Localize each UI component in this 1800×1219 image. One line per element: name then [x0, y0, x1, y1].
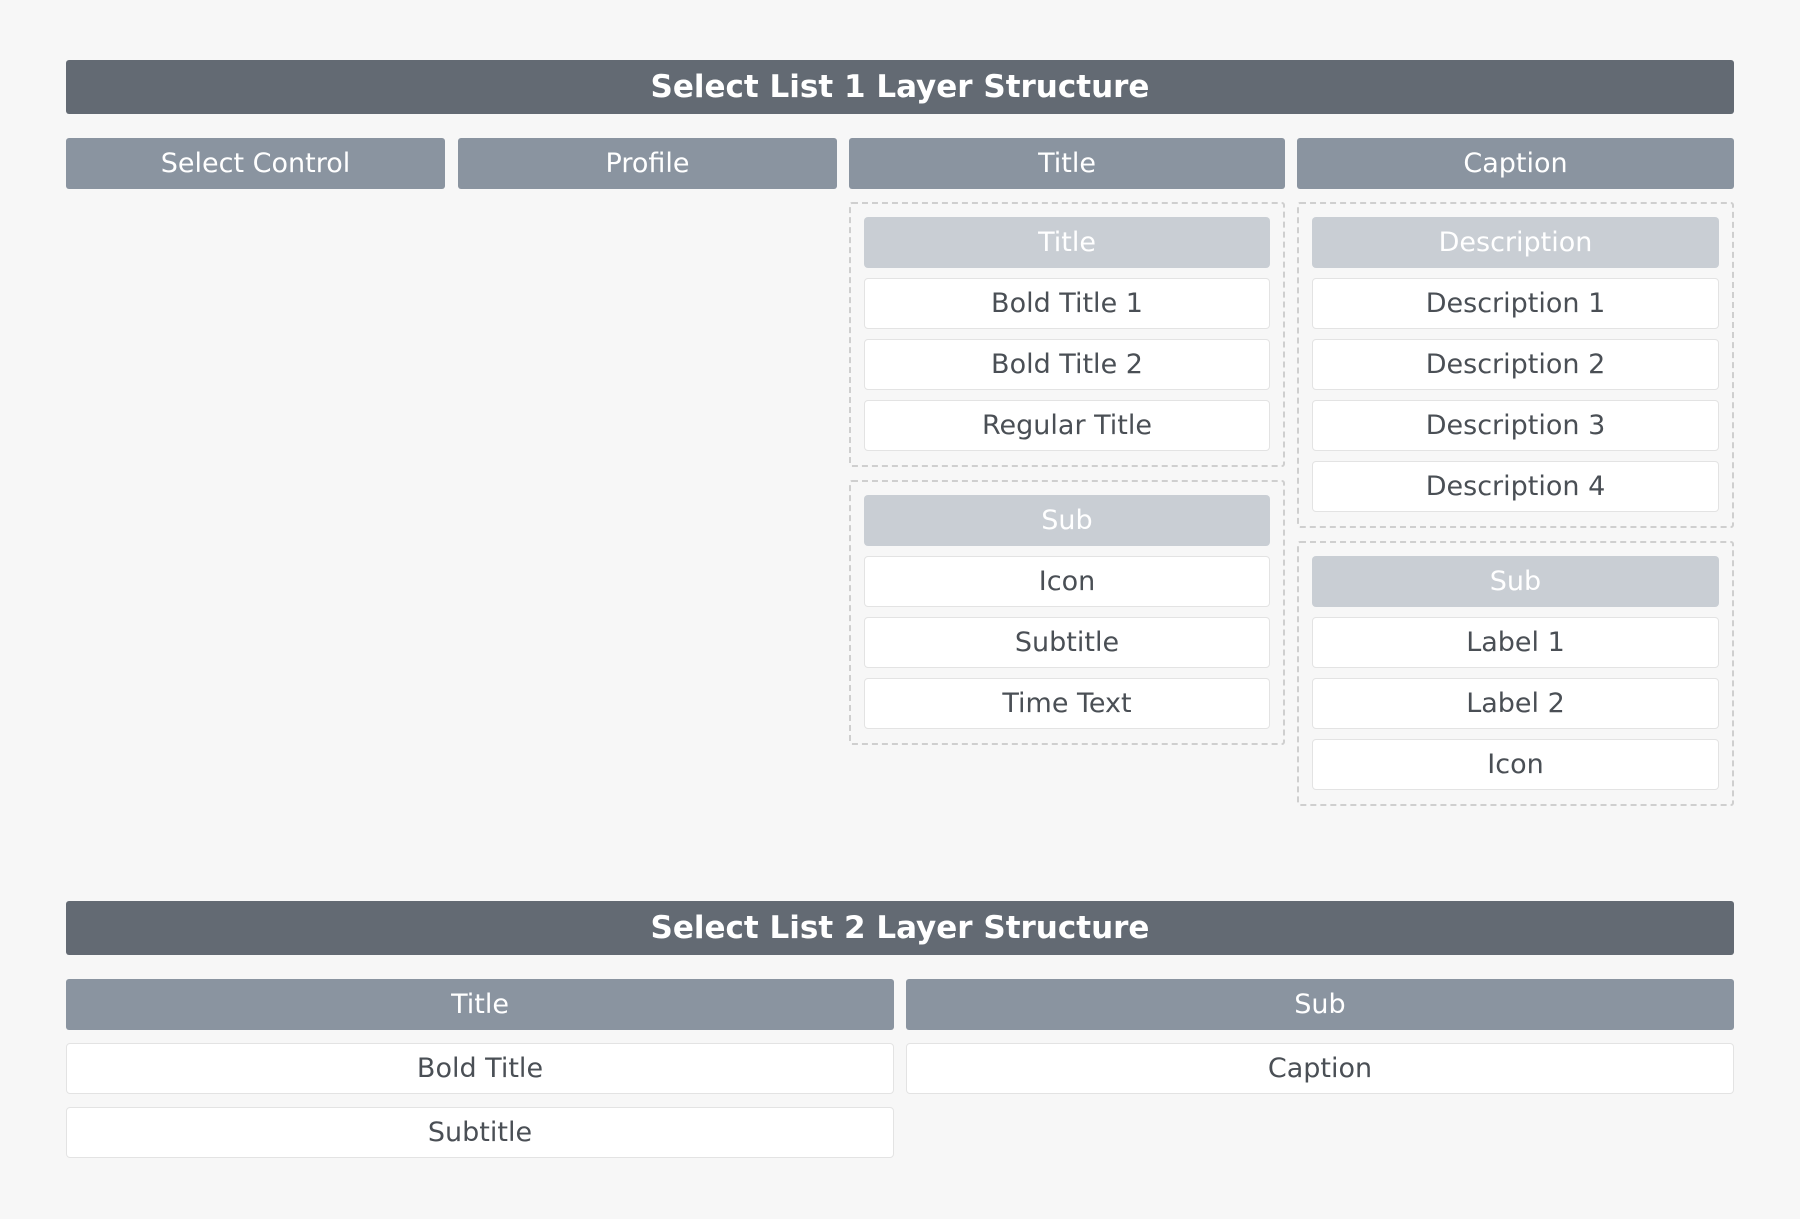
title-group-header: Title	[864, 217, 1270, 268]
list1-col-title: Title	[849, 138, 1285, 189]
list2-section-title: Select List 2 Layer Structure	[66, 901, 1734, 955]
list2-title-item: Bold Title	[66, 1043, 894, 1094]
list2-title-item: Subtitle	[66, 1107, 894, 1158]
caption-group-item: Description 1	[1312, 278, 1719, 329]
list1-col-profile: Profile	[458, 138, 837, 189]
list2-sub-item: Caption	[906, 1043, 1734, 1094]
caption-sub-group-header: Sub	[1312, 556, 1719, 607]
caption-sub-group-item: Icon	[1312, 739, 1719, 790]
layer-structure-diagram: Select List 1 Layer Structure Select Con…	[0, 0, 1800, 1219]
title-sub-group-item: Time Text	[864, 678, 1270, 729]
caption-sub-group-item: Label 1	[1312, 617, 1719, 668]
title-group-item: Regular Title	[864, 400, 1270, 451]
caption-group-header: Description	[1312, 217, 1719, 268]
list2-col-title: Title	[66, 979, 894, 1030]
title-sub-group-header: Sub	[864, 495, 1270, 546]
caption-sub-group-item: Label 2	[1312, 678, 1719, 729]
list1-col-caption: Caption	[1297, 138, 1734, 189]
list2-col-sub: Sub	[906, 979, 1734, 1030]
list1-section-title: Select List 1 Layer Structure	[66, 60, 1734, 114]
title-group-item: Bold Title 2	[864, 339, 1270, 390]
caption-group-item: Description 4	[1312, 461, 1719, 512]
list1-col-select-control: Select Control	[66, 138, 445, 189]
caption-group-item: Description 2	[1312, 339, 1719, 390]
caption-group-item: Description 3	[1312, 400, 1719, 451]
title-sub-group-item: Subtitle	[864, 617, 1270, 668]
title-sub-group-item: Icon	[864, 556, 1270, 607]
title-group-item: Bold Title 1	[864, 278, 1270, 329]
